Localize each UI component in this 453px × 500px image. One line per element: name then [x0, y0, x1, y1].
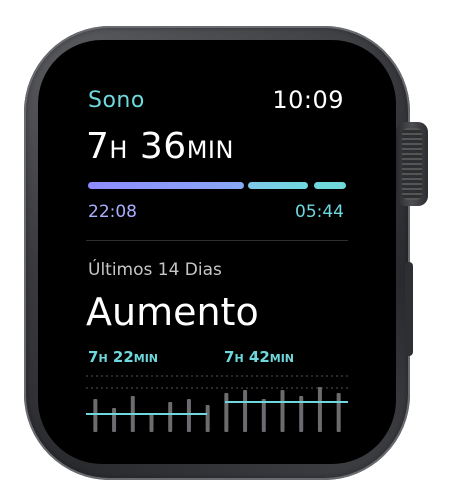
recent-average: 7H 42MIN	[224, 348, 294, 366]
app-title[interactable]: Sono	[88, 88, 145, 113]
day-bar	[186, 399, 191, 432]
day-bar	[336, 393, 341, 432]
previous-average-hours-unit: H	[98, 352, 108, 365]
day-bar	[205, 405, 210, 432]
trend-value: Aumento	[86, 290, 259, 334]
side-button[interactable]	[405, 262, 413, 356]
day-bar	[261, 399, 266, 432]
day-bar	[224, 393, 229, 432]
duration-hours-unit: H	[109, 136, 128, 164]
day-bar	[280, 390, 285, 432]
recent-average-minutes-unit: MIN	[269, 352, 295, 365]
sleep-segment-1	[88, 182, 244, 189]
bed-time: 22:08	[88, 202, 137, 222]
sleep-segment-3	[314, 182, 346, 189]
clock: 10:09	[272, 86, 344, 114]
period-label: Últimos 14 Dias	[88, 260, 222, 280]
recent-average-hours-unit: H	[234, 352, 244, 365]
previous-average-minutes-unit: MIN	[133, 352, 159, 365]
duration-minutes: 36	[139, 126, 187, 167]
watch-display: Sono 10:09 7H 36MIN 22:08 05:44 Últimos …	[62, 64, 372, 440]
recent-average-hours: 7	[224, 348, 235, 366]
day-bar	[317, 387, 322, 432]
digital-crown-icon[interactable]	[396, 122, 428, 206]
day-bar	[243, 390, 248, 432]
recent-average-minutes: 42	[248, 348, 270, 366]
sleep-timeline-bar	[88, 182, 346, 189]
wake-time: 05:44	[295, 202, 344, 222]
trend-chart	[86, 375, 348, 432]
day-bar	[149, 414, 154, 432]
duration-minutes-unit: MIN	[186, 136, 234, 164]
previous-average-hours: 7	[88, 348, 99, 366]
sleep-duration: 7H 36MIN	[86, 126, 234, 167]
duration-hours: 7	[86, 126, 110, 167]
crown-ridges	[402, 128, 422, 200]
day-bar	[93, 399, 98, 432]
section-divider	[86, 240, 348, 241]
day-bar	[112, 408, 117, 432]
previous-average: 7H 22MIN	[88, 348, 158, 366]
previous-average-minutes: 22	[112, 348, 134, 366]
sleep-segment-2	[248, 182, 308, 189]
day-bar	[168, 402, 173, 432]
